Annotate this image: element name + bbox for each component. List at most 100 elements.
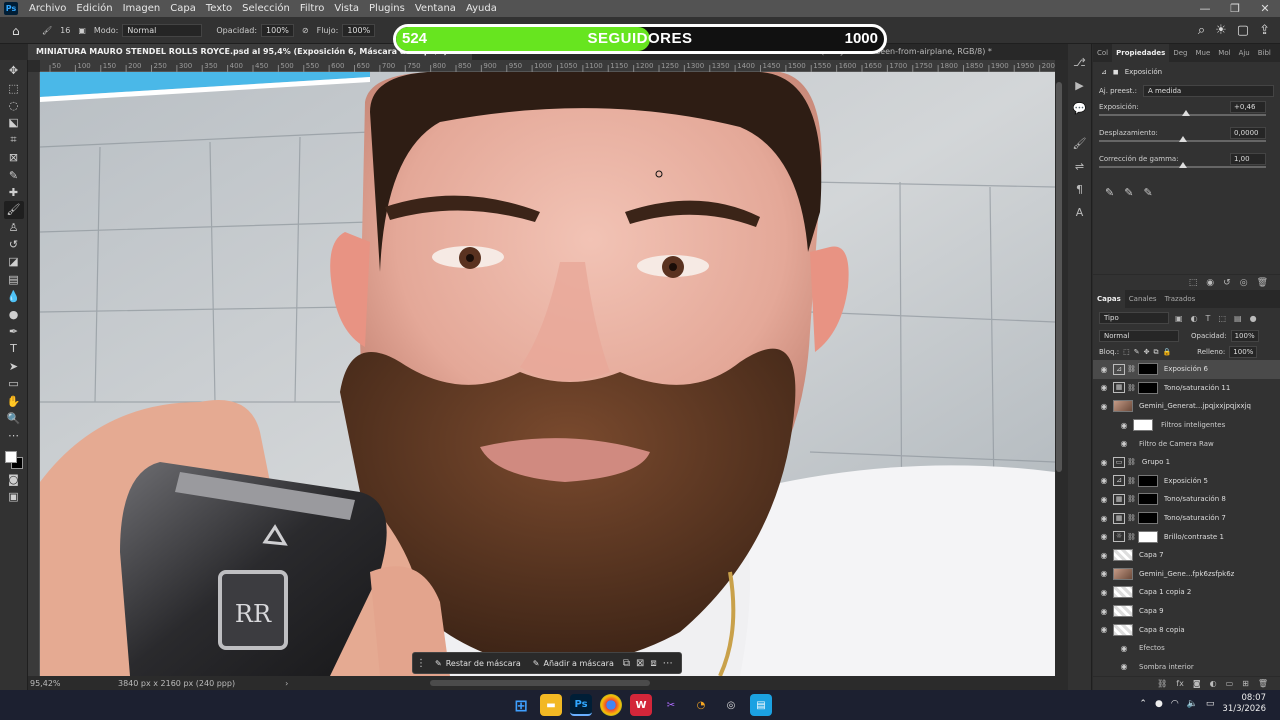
- restore-icon[interactable]: ❐: [1220, 0, 1250, 17]
- layer-visibility-icon[interactable]: ◉: [1117, 662, 1131, 671]
- brush-tool-icon[interactable]: 🖌: [3, 201, 24, 219]
- tab-patterns[interactable]: Mol: [1214, 49, 1234, 57]
- layer-sub-item[interactable]: ◉ Filtro de Camera Raw: [1093, 434, 1280, 453]
- layer-link-icon[interactable]: ⛓: [1127, 458, 1136, 466]
- comments-icon[interactable]: 💬: [1073, 102, 1087, 115]
- layer-visibility-icon[interactable]: ◉: [1117, 644, 1131, 653]
- layer-row[interactable]: ◉ ▭ ⛓ Grupo 1: [1093, 453, 1280, 472]
- layer-row[interactable]: ◉ Capa 9: [1093, 602, 1280, 621]
- lightbulb-icon[interactable]: ☀: [1215, 23, 1227, 38]
- history-brush-tool-icon[interactable]: ↺: [4, 236, 24, 253]
- dodge-tool-icon[interactable]: ●: [4, 305, 24, 322]
- layer-name[interactable]: Gemini_Gene...fpk6zsfpk6z: [1139, 570, 1234, 578]
- menu-seleccion[interactable]: Selección: [237, 3, 295, 14]
- layer-link-icon[interactable]: ⛓: [1127, 365, 1136, 373]
- view-previous-icon[interactable]: ◉: [1206, 278, 1214, 288]
- layer-visibility-icon[interactable]: ◉: [1097, 625, 1111, 634]
- layer-sub-item[interactable]: ◉ Filtros inteligentes: [1093, 416, 1280, 435]
- layer-thumbnail[interactable]: [1137, 363, 1158, 376]
- mask-invert-icon[interactable]: ⧉: [620, 658, 633, 669]
- layer-row[interactable]: ◉ ▦ ⛓ Tono/saturación 11: [1093, 379, 1280, 398]
- layer-sub-item[interactable]: ◉ Efectos: [1093, 639, 1280, 658]
- paragraph-panel-icon[interactable]: ¶: [1076, 183, 1083, 196]
- layer-thumbnail[interactable]: [1137, 530, 1158, 543]
- layer-name[interactable]: Capa 9: [1139, 607, 1164, 615]
- wifi-icon[interactable]: ◠: [1171, 699, 1179, 709]
- tray-app-icon[interactable]: ●: [1155, 699, 1163, 709]
- path-select-tool-icon[interactable]: ➤: [4, 358, 24, 375]
- battery-icon[interactable]: ▭: [1206, 699, 1215, 709]
- layer-name[interactable]: Filtros inteligentes: [1161, 421, 1225, 429]
- add-to-mask-button[interactable]: ✎ Añadir a máscara: [527, 659, 620, 668]
- layer-row[interactable]: ◉ ▦ ⛓ Tono/saturación 7: [1093, 509, 1280, 528]
- layer-row[interactable]: ◉ ▦ ⛓ Tono/saturación 8: [1093, 490, 1280, 509]
- pen-tool-icon[interactable]: ✒: [4, 323, 24, 340]
- flow-field[interactable]: 100%: [342, 23, 376, 37]
- lock-pixels-icon[interactable]: ⬚: [1123, 348, 1130, 356]
- brush-panel-icon[interactable]: 🖌: [1073, 137, 1087, 150]
- layer-row[interactable]: ◉ Gemini_Generat...jpqjxxjpqjxxjq: [1093, 397, 1280, 416]
- brush-preset-icon[interactable]: 🖌: [42, 26, 52, 35]
- wps-icon[interactable]: W: [630, 694, 652, 716]
- layer-link-icon[interactable]: ⛓: [1127, 533, 1136, 541]
- tab-color[interactable]: Col: [1093, 49, 1112, 57]
- layer-visibility-icon[interactable]: ◉: [1097, 514, 1111, 523]
- marquee-tool-icon[interactable]: ⬚: [4, 79, 24, 96]
- screen-mode-icon[interactable]: ▣: [4, 488, 24, 505]
- tab-gradients[interactable]: Deg: [1169, 49, 1191, 57]
- offset-value[interactable]: 0,0000: [1230, 127, 1266, 139]
- add-mask-icon[interactable]: ◙: [1193, 679, 1201, 688]
- blur-tool-icon[interactable]: 💧: [4, 288, 24, 305]
- photoshop-taskbar-icon[interactable]: Ps: [570, 694, 592, 716]
- filter-shape-icon[interactable]: ⬚: [1216, 314, 1228, 323]
- tab-libraries[interactable]: Bibl: [1254, 49, 1275, 57]
- layer-name[interactable]: Capa 7: [1139, 551, 1164, 559]
- layer-visibility-icon[interactable]: ◉: [1097, 551, 1111, 560]
- filter-adjustment-icon[interactable]: ◐: [1189, 314, 1200, 323]
- filter-toggle-icon[interactable]: ●: [1248, 314, 1259, 323]
- move-tool-icon[interactable]: ✥: [4, 62, 24, 79]
- opacity-field[interactable]: 100%: [261, 23, 294, 37]
- layer-name[interactable]: Brillo/contraste 1: [1164, 533, 1224, 541]
- mask-thumbnail-icon[interactable]: ◼: [1113, 68, 1119, 76]
- layer-kind-select[interactable]: Tipo: [1099, 312, 1169, 324]
- play-actions-icon[interactable]: ▶: [1075, 79, 1083, 92]
- layer-name[interactable]: Tono/saturación 11: [1164, 384, 1230, 392]
- volume-icon[interactable]: 🔈: [1187, 699, 1198, 709]
- layer-visibility-icon[interactable]: ◉: [1097, 365, 1111, 374]
- layer-visibility-icon[interactable]: ◉: [1117, 439, 1131, 448]
- document-canvas[interactable]: RR: [40, 72, 1055, 676]
- layer-link-icon[interactable]: ⛓: [1127, 514, 1136, 522]
- exposure-adjustment-icon[interactable]: ⊿: [1101, 68, 1107, 76]
- more-options-icon[interactable]: ⋯: [660, 658, 676, 669]
- layer-row[interactable]: ◉ Capa 1 copia 2: [1093, 583, 1280, 602]
- filter-type-icon[interactable]: T: [1204, 314, 1213, 323]
- lasso-tool-icon[interactable]: ◌: [4, 97, 24, 114]
- gray-point-eyedropper-icon[interactable]: ✎: [1124, 186, 1133, 199]
- layer-visibility-icon[interactable]: ◉: [1097, 495, 1111, 504]
- clock[interactable]: 08:07 31/3/2026: [1222, 693, 1266, 715]
- shape-tool-icon[interactable]: ▭: [4, 375, 24, 392]
- healing-brush-tool-icon[interactable]: ✚: [4, 184, 24, 201]
- blender-icon[interactable]: ◔: [690, 694, 712, 716]
- menu-imagen[interactable]: Imagen: [118, 3, 166, 14]
- delete-layer-icon[interactable]: 🗑: [1258, 679, 1268, 688]
- exposure-value[interactable]: +0,46: [1230, 101, 1266, 113]
- mode-select[interactable]: Normal: [122, 23, 203, 37]
- pressure-opacity-icon[interactable]: ⊘: [302, 26, 309, 35]
- filter-pixel-icon[interactable]: ▣: [1173, 314, 1185, 323]
- layer-thumbnail[interactable]: [1113, 549, 1133, 562]
- layer-link-icon[interactable]: ⛓: [1127, 477, 1136, 485]
- foreground-color-swatch[interactable]: [4, 450, 17, 463]
- lock-all-icon[interactable]: 🔒: [1162, 348, 1171, 356]
- visibility-icon[interactable]: ◎: [1240, 278, 1248, 288]
- layer-thumbnail[interactable]: [1137, 493, 1158, 506]
- mask-options-icon[interactable]: ⧈: [647, 658, 659, 669]
- document-info[interactable]: 3840 px x 2160 px (240 ppp): [118, 679, 235, 688]
- layer-sub-item[interactable]: ◉ Sombra interior: [1093, 658, 1280, 677]
- layer-name[interactable]: Efectos: [1139, 644, 1165, 652]
- clip-to-layer-icon[interactable]: ⬚: [1189, 278, 1198, 288]
- eraser-tool-icon[interactable]: ◪: [4, 253, 24, 270]
- layer-visibility-icon[interactable]: ◉: [1097, 402, 1111, 411]
- blend-mode-select[interactable]: Normal: [1099, 330, 1179, 342]
